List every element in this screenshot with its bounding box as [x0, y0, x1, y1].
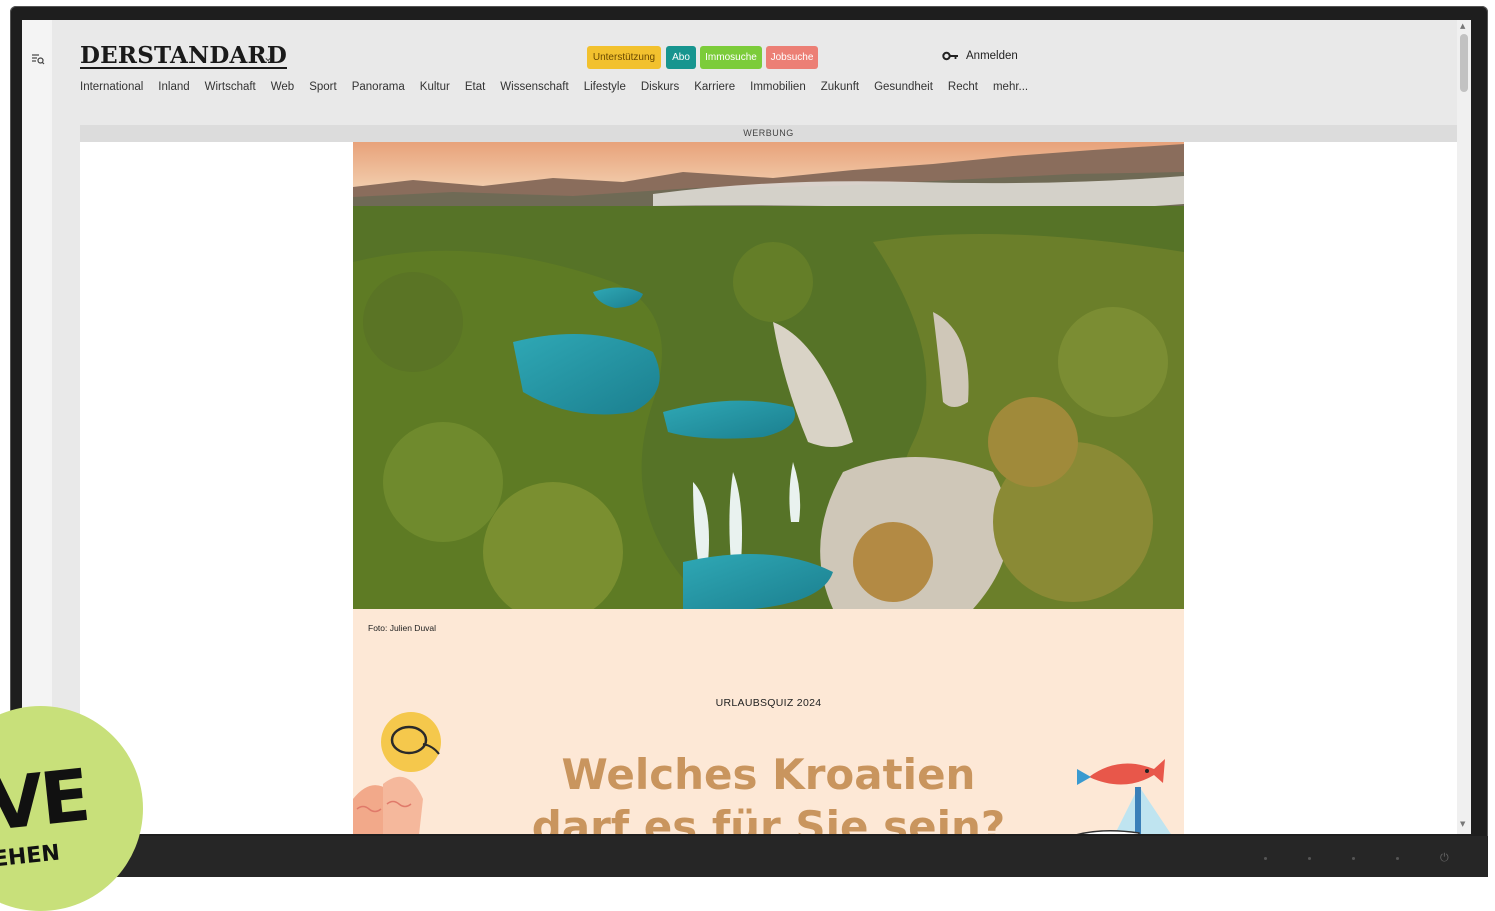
nav-item-inland[interactable]: Inland — [158, 81, 189, 93]
site-logo[interactable]: DERSTANDARD — [80, 42, 287, 69]
nav-item-more[interactable]: mehr... — [993, 81, 1028, 93]
nav-item-kultur[interactable]: Kultur — [420, 81, 450, 93]
headline-line-2: darf es für Sie sein? — [531, 802, 1006, 834]
headline-line-1: Welches Kroatien — [561, 750, 976, 799]
main-nav: International Inland Wirtschaft Web Spor… — [80, 81, 1043, 93]
fish-boat-illustration-icon — [1076, 759, 1171, 834]
support-button[interactable]: Unterstützung — [587, 46, 661, 69]
monitor-button-dot[interactable] — [1308, 857, 1311, 860]
hero-image[interactable] — [353, 142, 1184, 609]
nav-item-etat[interactable]: Etat — [465, 81, 485, 93]
nav-item-panorama[interactable]: Panorama — [352, 81, 405, 93]
nav-item-diskurs[interactable]: Diskurs — [641, 81, 679, 93]
scrollbar-thumb[interactable] — [1460, 34, 1468, 92]
nav-item-web[interactable]: Web — [271, 81, 294, 93]
browser-screen: DERSTANDARD ⌄ Unterstützung Abo Immosuch… — [22, 20, 1471, 834]
scroll-up-icon[interactable]: ▲ — [1460, 22, 1465, 30]
nav-item-sport[interactable]: Sport — [309, 81, 337, 93]
scroll-down-icon[interactable]: ▼ — [1460, 820, 1465, 828]
site-header: DERSTANDARD ⌄ Unterstützung Abo Immosuch… — [80, 20, 1457, 125]
key-icon — [942, 51, 958, 61]
badge-big-text: VE — [0, 753, 92, 847]
article-headline[interactable]: Welches Kroatien darf es für Sie sein? — [353, 749, 1184, 834]
power-icon[interactable]: ⏻ — [1440, 851, 1449, 865]
nav-item-karriere[interactable]: Karriere — [694, 81, 735, 93]
nav-item-wissenschaft[interactable]: Wissenschaft — [500, 81, 568, 93]
monitor-button-dot[interactable] — [1396, 857, 1399, 860]
jobsuche-button[interactable]: Jobsuche — [766, 46, 818, 69]
monitor: DERSTANDARD ⌄ Unterstützung Abo Immosuch… — [0, 0, 1495, 911]
badge-small-text: EHEN — [0, 840, 62, 873]
nav-item-zukunft[interactable]: Zukunft — [821, 81, 859, 93]
nav-item-recht[interactable]: Recht — [948, 81, 978, 93]
search-list-icon[interactable] — [31, 52, 45, 66]
monitor-button-dot[interactable] — [1264, 857, 1267, 860]
article-kicker: URLAUBSQUIZ 2024 — [715, 697, 822, 709]
nav-item-gesundheit[interactable]: Gesundheit — [874, 81, 933, 93]
page-scrollbar[interactable]: ▲ ▼ — [1457, 20, 1471, 834]
immosuche-button[interactable]: Immosuche — [700, 46, 762, 69]
photo-caption: Foto: Julien Duval — [368, 623, 437, 633]
login-label: Anmelden — [966, 50, 1018, 62]
nav-item-immobilien[interactable]: Immobilien — [750, 81, 806, 93]
sun-hat-illustration-icon — [353, 712, 441, 834]
chevron-down-icon[interactable]: ⌄ — [263, 50, 273, 64]
nav-item-lifestyle[interactable]: Lifestyle — [584, 81, 626, 93]
nav-item-wirtschaft[interactable]: Wirtschaft — [205, 81, 256, 93]
nav-item-international[interactable]: International — [80, 81, 143, 93]
article-content: Foto: Julien Duval URLAUBSQUIZ 2024 Welc… — [80, 142, 1457, 834]
login-button[interactable]: Anmelden — [942, 50, 1018, 62]
monitor-button-dot[interactable] — [1352, 857, 1355, 860]
quiz-teaser[interactable]: Foto: Julien Duval URLAUBSQUIZ 2024 Welc… — [353, 609, 1184, 834]
ad-label: WERBUNG — [80, 125, 1457, 142]
abo-button[interactable]: Abo — [666, 46, 696, 69]
